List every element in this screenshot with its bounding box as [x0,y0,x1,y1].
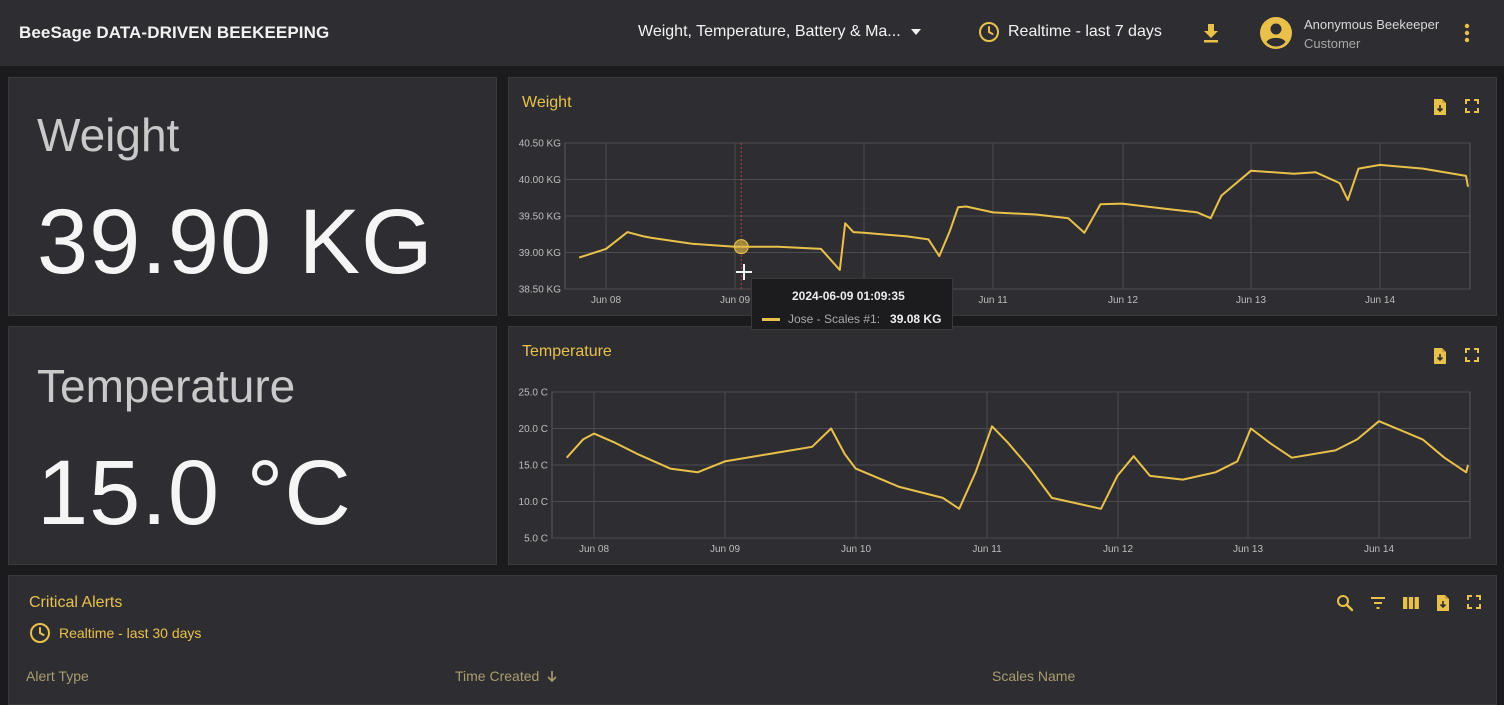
weight-y-tick-label: 39.50 KG [519,212,561,223]
temperature-x-tick-label: Jun 11 [972,544,1002,555]
alerts-time-window-label: Realtime - last 30 days [59,625,202,641]
columns-icon[interactable] [1402,594,1420,612]
weight-y-tick-label: 40.00 KG [519,175,561,186]
tooltip-series: Jose - Scales #1: [788,312,881,326]
hover-point [733,239,749,255]
weight-x-tick-label: Jun 09 [720,295,750,306]
weight-series-line [578,163,1469,271]
column-header-time-created[interactable]: Time Created [455,668,559,684]
temperature-x-tick-label: Jun 08 [579,544,609,555]
temperature-x-tick-label: Jun 12 [1103,544,1133,555]
cursor-crosshair-icon [736,264,752,280]
weight-y-tick-label: 40.50 KG [519,139,561,150]
tooltip-value: 39.08 KG [890,312,942,326]
temperature-x-tick-label: Jun 13 [1233,544,1263,555]
column-header-scales-name[interactable]: Scales Name [992,668,1075,684]
weight-x-tick-label: Jun 11 [978,295,1008,306]
weight-x-tick-label: Jun 13 [1236,295,1266,306]
critical-alerts-card: Critical Alerts Realtime - last 30 days [8,575,1497,705]
temperature-x-tick-label: Jun 10 [841,544,871,555]
arrow-down-icon [547,671,557,683]
weight-x-tick-label: Jun 14 [1365,295,1395,306]
temperature-y-tick-label: 5.0 C [524,534,548,545]
tooltip-time: 2024-06-09 01:09:35 [792,289,905,303]
export-file-icon[interactable] [1435,594,1451,612]
temperature-y-tick-label: 20.0 C [519,424,548,435]
temperature-y-tick-label: 25.0 C [519,388,548,399]
weight-x-tick-label: Jun 08 [591,295,621,306]
search-icon[interactable] [1336,594,1354,612]
weight-y-tick-label: 39.00 KG [519,248,561,259]
tooltip-swatch [762,317,780,321]
temperature-y-tick-label: 15.0 C [519,461,548,472]
weight-x-tick-label: Jun 12 [1108,295,1138,306]
chart-tooltip: 2024-06-09 01:09:35 Jose - Scales #1: 39… [751,278,953,330]
filter-icon[interactable] [1369,594,1387,612]
column-header-time-created-label: Time Created [455,668,540,684]
alerts-title: Critical Alerts [29,594,123,611]
temperature-x-tick-label: Jun 14 [1364,544,1394,555]
temperature-y-tick-label: 10.0 C [519,497,548,508]
alerts-time-window[interactable]: Realtime - last 30 days [29,622,201,644]
weight-y-tick-label: 38.50 KG [519,285,561,296]
column-header-alert-type[interactable]: Alert Type [26,668,89,684]
temperature-x-tick-label: Jun 09 [710,544,740,555]
fullscreen-icon[interactable] [1466,594,1482,610]
clock-icon [30,623,50,643]
